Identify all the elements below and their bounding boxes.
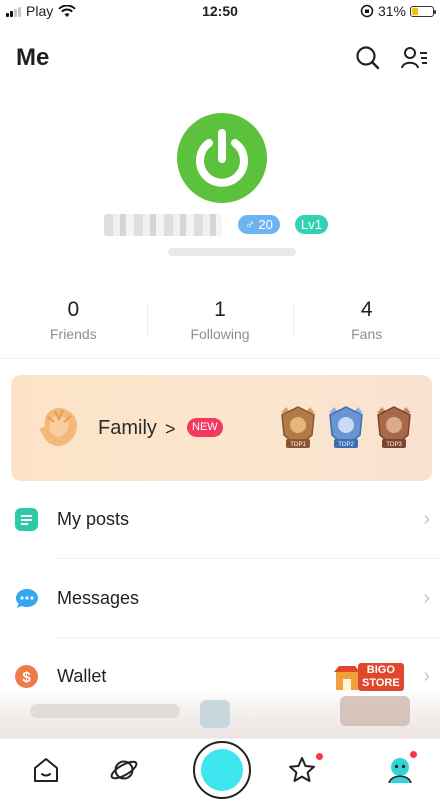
stat-label: Following: [190, 326, 250, 342]
stat-following[interactable]: 1 Following: [146, 298, 294, 346]
lion-icon: [39, 408, 77, 446]
name-row: ♂ 20 Lv1: [0, 214, 440, 236]
svg-text:TOP1: TOP1: [290, 442, 306, 448]
status-bar: Play 12:50 31%: [0, 0, 440, 22]
stat-value: 0: [67, 298, 80, 321]
user-id-obscured: [168, 248, 296, 256]
menu-label: My posts: [57, 509, 130, 529]
contacts-list-icon[interactable]: [400, 44, 428, 72]
stat-value: 4: [360, 298, 373, 321]
notification-dot: [410, 751, 417, 758]
profile-icon[interactable]: [385, 755, 415, 785]
battery-icon: [410, 5, 436, 17]
store-label: BIGO STORE: [358, 663, 404, 691]
chat-bubble-icon: [15, 587, 38, 610]
power-icon: [196, 129, 248, 187]
star-icon[interactable]: [287, 755, 317, 785]
gender-age-badge: ♂ 20: [238, 215, 280, 234]
document-icon: [15, 508, 38, 531]
me-screen: Play 12:50 31% Me ♂ 20 Lv1 0 Friends 1 F…: [0, 0, 440, 801]
status-right: 31%: [360, 3, 436, 19]
chevron-right-icon: >: [165, 419, 176, 439]
avatar[interactable]: [177, 113, 267, 203]
live-button[interactable]: [193, 741, 251, 799]
chevron-right-icon: ›: [423, 587, 430, 609]
header: Me: [0, 40, 440, 76]
divider: [57, 637, 440, 638]
stat-label: Fans: [351, 326, 383, 342]
svg-text:$: $: [22, 669, 31, 686]
stat-label: Friends: [49, 326, 97, 342]
battery-percent: 31%: [377, 3, 406, 19]
stats-row: 0 Friends 1 Following 4 Fans: [0, 298, 440, 346]
notification-dot: [316, 753, 323, 760]
divider: [57, 558, 440, 559]
family-title: Family: [98, 417, 157, 439]
medal-top2: TOP2: [325, 403, 367, 453]
menu-label: Wallet: [57, 666, 107, 686]
stat-fans[interactable]: 4 Fans: [293, 298, 440, 346]
rotation-lock-icon: [360, 4, 374, 18]
page-title: Me: [16, 44, 50, 71]
stat-friends[interactable]: 0 Friends: [0, 298, 147, 346]
family-banner[interactable]: Family > NEW TOP1 TOP2 TOP3: [11, 375, 432, 481]
dollar-coin-icon: $: [15, 665, 38, 688]
obscured-content: [0, 690, 440, 738]
svg-text:TOP3: TOP3: [386, 442, 402, 448]
medal-top1: TOP1: [277, 403, 319, 453]
stat-value: 1: [214, 298, 226, 321]
planet-icon[interactable]: [109, 755, 139, 785]
medal-top3: TOP3: [373, 403, 415, 453]
bottom-nav: [0, 738, 440, 801]
home-icon[interactable]: [31, 755, 61, 785]
new-badge: NEW: [187, 418, 223, 437]
divider: [0, 358, 440, 359]
store-building-icon: [334, 666, 360, 690]
username-obscured: [104, 214, 222, 236]
search-icon[interactable]: [354, 44, 382, 72]
chevron-right-icon: ›: [423, 665, 430, 687]
menu-label: Messages: [57, 588, 140, 608]
chevron-right-icon: ›: [423, 508, 430, 530]
svg-text:TOP2: TOP2: [338, 442, 354, 448]
menu-item-my-posts[interactable]: My posts ›: [0, 490, 440, 550]
level-badge: Lv1: [295, 215, 328, 234]
menu-item-messages[interactable]: Messages ›: [0, 569, 440, 629]
